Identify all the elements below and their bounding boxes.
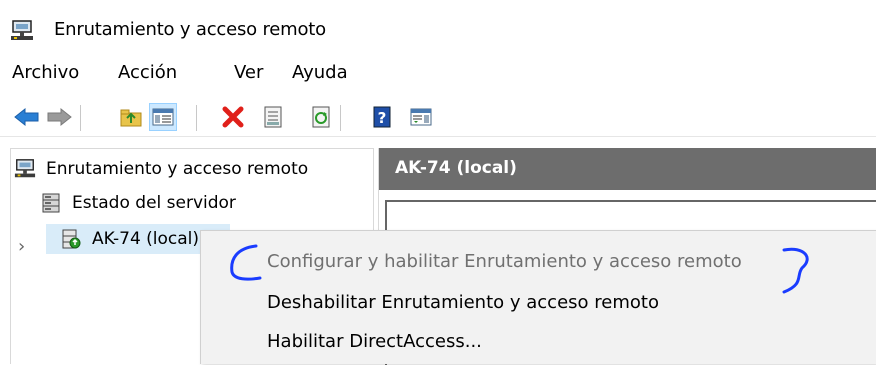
server-icon [60, 228, 82, 250]
back-arrow-icon[interactable] [14, 104, 40, 130]
toolbar-separator [340, 105, 341, 131]
toolbar: ? [0, 96, 876, 137]
properties-icon[interactable] [260, 104, 286, 130]
expand-chevron-icon[interactable]: › [18, 236, 25, 257]
window-title: Enrutamiento y acceso remoto [54, 19, 326, 40]
action-pane-icon[interactable] [408, 104, 434, 130]
routing-server-icon [10, 20, 34, 42]
title-bar: Enrutamiento y acceso remoto [0, 0, 876, 60]
help-icon[interactable]: ? [370, 104, 396, 130]
menu-ver[interactable]: Ver [234, 62, 263, 83]
server-status-icon [40, 192, 62, 214]
show-hide-console-tree-icon[interactable] [149, 103, 177, 131]
tree-item-label: Estado del servidor [72, 193, 236, 213]
menu-item-disable[interactable]: Deshabilitar Enrutamiento y acceso remot… [267, 292, 659, 313]
menu-bar: Archivo Acción Ver Ayuda [0, 60, 876, 90]
routing-server-icon [14, 158, 36, 180]
menu-item-enable-directaccess[interactable]: Habilitar DirectAccess... [267, 331, 482, 352]
context-menu: Configurar y habilitar Enrutamiento y ac… [200, 230, 876, 364]
svg-text:?: ? [378, 109, 387, 127]
tree-item-server-status[interactable]: Estado del servidor [40, 188, 236, 218]
tree-item-root[interactable]: Enrutamiento y acceso remoto [14, 154, 308, 184]
details-header: AK-74 (local) [379, 148, 876, 190]
toolbar-separator [196, 105, 197, 131]
forward-arrow-icon[interactable] [46, 104, 72, 130]
menu-ayuda[interactable]: Ayuda [292, 62, 348, 83]
menu-archivo[interactable]: Archivo [12, 62, 79, 83]
up-folder-icon[interactable] [118, 104, 144, 130]
tree-item-label: AK-74 (local) [92, 229, 200, 249]
details-header-title: AK-74 (local) [395, 158, 517, 178]
tree-item-label: Enrutamiento y acceso remoto [46, 159, 309, 179]
menu-item-configure-enable[interactable]: Configurar y habilitar Enrutamiento y ac… [267, 251, 742, 272]
refresh-icon[interactable] [308, 104, 334, 130]
toolbar-separator [80, 105, 81, 131]
menu-accion[interactable]: Acción [118, 62, 177, 83]
delete-icon[interactable] [220, 104, 246, 130]
